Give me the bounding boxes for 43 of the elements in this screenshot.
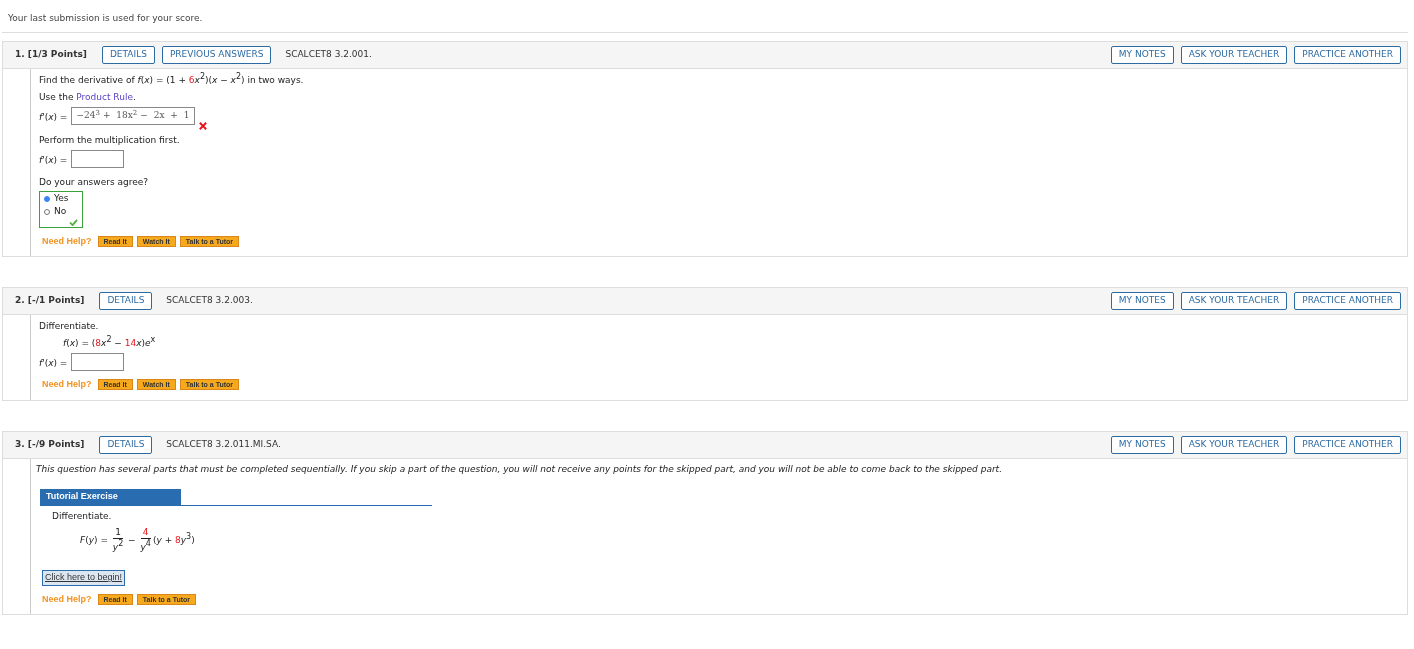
header-button[interactable]: DETAILS <box>99 292 153 310</box>
need-help-label: Need Help? <box>42 234 92 248</box>
header-button[interactable]: MY NOTES <box>1110 46 1174 64</box>
header-button[interactable]: ASK YOUR TEACHER <box>1180 435 1288 454</box>
instruction-text: This question has several parts that must be completed sequentially. If you skip a part of the question, you will not receive any points for the skipped part, and you will not be able to come back to the skipped part. <box>36 462 1003 476</box>
radio-label: Yes <box>54 192 69 206</box>
header-button[interactable]: MY NOTES <box>1110 292 1174 310</box>
radio-label: No <box>54 205 67 219</box>
radio-button[interactable] <box>44 209 50 215</box>
need-help-label: Need Help? <box>42 378 92 391</box>
header-button[interactable]: PRACTICE ANOTHER <box>1294 46 1401 64</box>
question-text: Find the derivative of f(x) = (1 + 6x$^{2}$)(x − x$^{2}$) in two ways. <box>39 73 305 87</box>
question-text: Differentiate. <box>39 320 100 333</box>
answer-field[interactable] <box>71 150 125 168</box>
header-button[interactable]: PRACTICE ANOTHER <box>1294 292 1401 310</box>
question-points: 2. [-/1 Points] <box>15 294 85 308</box>
header-button[interactable]: DETAILS <box>101 46 155 64</box>
answer-label: f'(x) = <box>39 111 68 124</box>
header-button[interactable]: DETAILS <box>99 435 153 454</box>
answer-label: f'(x) = <box>39 154 68 167</box>
radio-button[interactable] <box>44 196 50 202</box>
tutorial-title: Tutorial Exercise <box>40 489 181 505</box>
answer-field[interactable] <box>71 353 125 371</box>
question-code: SCALCET8 3.2.011.MI.SA. <box>166 437 281 451</box>
question-code: SCALCET8 3.2.003. <box>166 294 253 308</box>
begin-button[interactable]: Click here to begin! <box>42 570 126 586</box>
question-text: Use the Product Rule. <box>39 91 137 104</box>
header-button[interactable]: PRACTICE ANOTHER <box>1294 435 1401 454</box>
header-button[interactable]: PREVIOUS ANSWERS <box>161 46 272 64</box>
header-button[interactable]: MY NOTES <box>1110 435 1174 454</box>
need-help-label: Need Help? <box>42 592 92 606</box>
question-points: 3. [-/9 Points] <box>15 437 85 451</box>
question-text: Do your answers agree? <box>39 176 150 189</box>
header-button[interactable]: ASK YOUR TEACHER <box>1180 292 1288 310</box>
question-code: SCALCET8 3.2.001. <box>285 48 372 62</box>
score-notice: Your last submission is used for your score. <box>8 13 203 23</box>
answer-label: f'(x) = <box>39 357 68 370</box>
math-expression: f(x) = (8x$^{2}$ − 14x)e$^{x}$ <box>63 336 156 350</box>
answer-field[interactable]: −24$^{3}$ + 18x$^{2}$ − 2x + 1 <box>71 107 195 125</box>
question-text: Perform the multiplication first. <box>39 134 181 147</box>
question-text: Differentiate. <box>52 509 112 523</box>
question-points: 1. [1/3 Points] <box>15 48 87 62</box>
header-button[interactable]: ASK YOUR TEACHER <box>1180 46 1288 64</box>
